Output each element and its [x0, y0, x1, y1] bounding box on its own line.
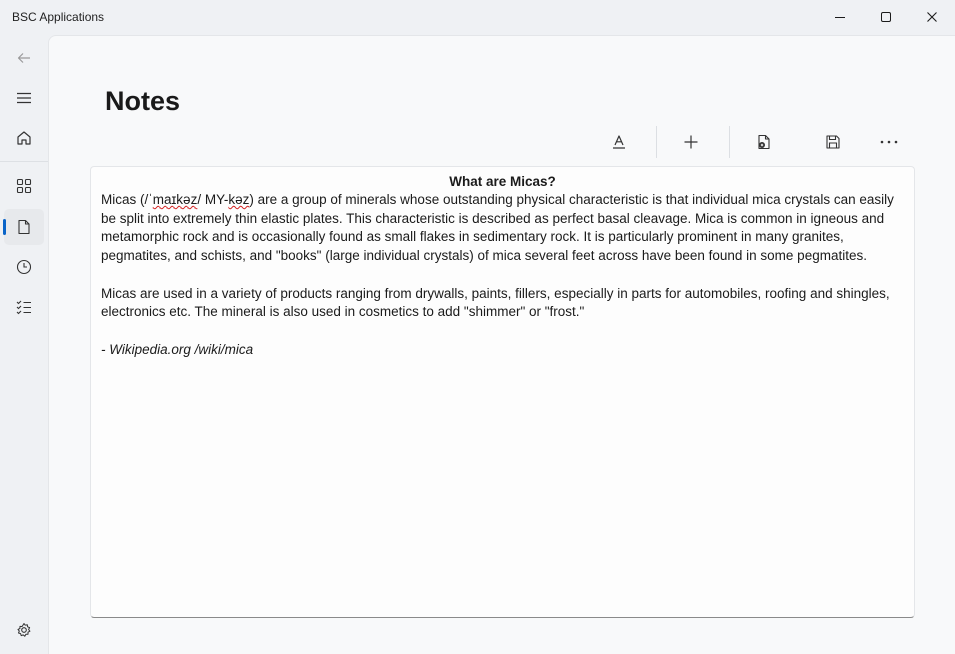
add-button[interactable]: [671, 124, 711, 160]
nav-item-settings[interactable]: [4, 612, 44, 648]
nav-item-notes[interactable]: [3, 209, 44, 245]
spell-error-text: kəz: [228, 192, 250, 207]
toolbar-divider: [656, 126, 657, 158]
app-title: BSC Applications: [12, 10, 105, 24]
maximize-icon: [881, 11, 891, 22]
close-icon: [927, 11, 937, 22]
checklist-icon: [16, 300, 31, 315]
back-button[interactable]: [4, 40, 44, 76]
text-format-icon: [613, 135, 625, 149]
grid-icon: [16, 178, 32, 194]
font-format-button[interactable]: [599, 124, 639, 160]
note-editor[interactable]: What are Micas? Micas (/ˈmaɪkəz/ MY-kəz)…: [90, 166, 915, 618]
more-button[interactable]: [869, 124, 909, 160]
note-text: / MY-: [197, 192, 229, 207]
note-paragraph: Micas (/ˈmaɪkəz/ MY-kəz) are a group of …: [101, 191, 904, 266]
note-title: What are Micas?: [449, 174, 556, 189]
sidebar-nav: [0, 34, 48, 654]
toolbar-divider: [729, 126, 730, 158]
note-text: Micas (/ˈ: [101, 192, 153, 207]
nav-item-apps[interactable]: [4, 168, 44, 204]
hamburger-icon: [17, 92, 31, 104]
page-title: Notes: [105, 86, 181, 116]
note-body[interactable]: Micas (/ˈmaɪkəz/ MY-kəz) are a group of …: [101, 191, 904, 359]
clock-icon: [16, 259, 32, 275]
plus-icon: [684, 135, 698, 149]
more-ellipsis-icon: [880, 140, 898, 144]
content-pane: Notes What are Micas? Micas (/ˈmaɪkəz/ M…: [48, 35, 955, 654]
minimize-button[interactable]: [817, 0, 863, 33]
minimize-icon: [835, 16, 845, 18]
save-button[interactable]: [813, 124, 853, 160]
maximize-button[interactable]: [863, 0, 909, 33]
open-button[interactable]: [744, 124, 784, 160]
nav-divider: [0, 161, 48, 162]
save-icon: [826, 135, 840, 149]
menu-toggle-button[interactable]: [4, 80, 44, 116]
home-icon: [17, 131, 31, 145]
title-bar: BSC Applications: [0, 0, 955, 34]
back-arrow-icon: [17, 53, 30, 63]
spell-error-text: maɪkəz: [152, 192, 198, 207]
nav-item-tasks[interactable]: [4, 289, 44, 325]
note-attribution: - Wikipedia.org /wiki/mica: [101, 341, 254, 357]
selection-indicator: [3, 219, 6, 235]
note-paragraph: Micas are used in a variety of products …: [101, 285, 890, 320]
gear-icon: [17, 623, 31, 637]
close-button[interactable]: [909, 0, 955, 33]
open-file-icon: [758, 134, 770, 150]
nav-item-history[interactable]: [4, 249, 44, 285]
document-icon: [18, 219, 30, 235]
nav-item-home[interactable]: [4, 120, 44, 156]
